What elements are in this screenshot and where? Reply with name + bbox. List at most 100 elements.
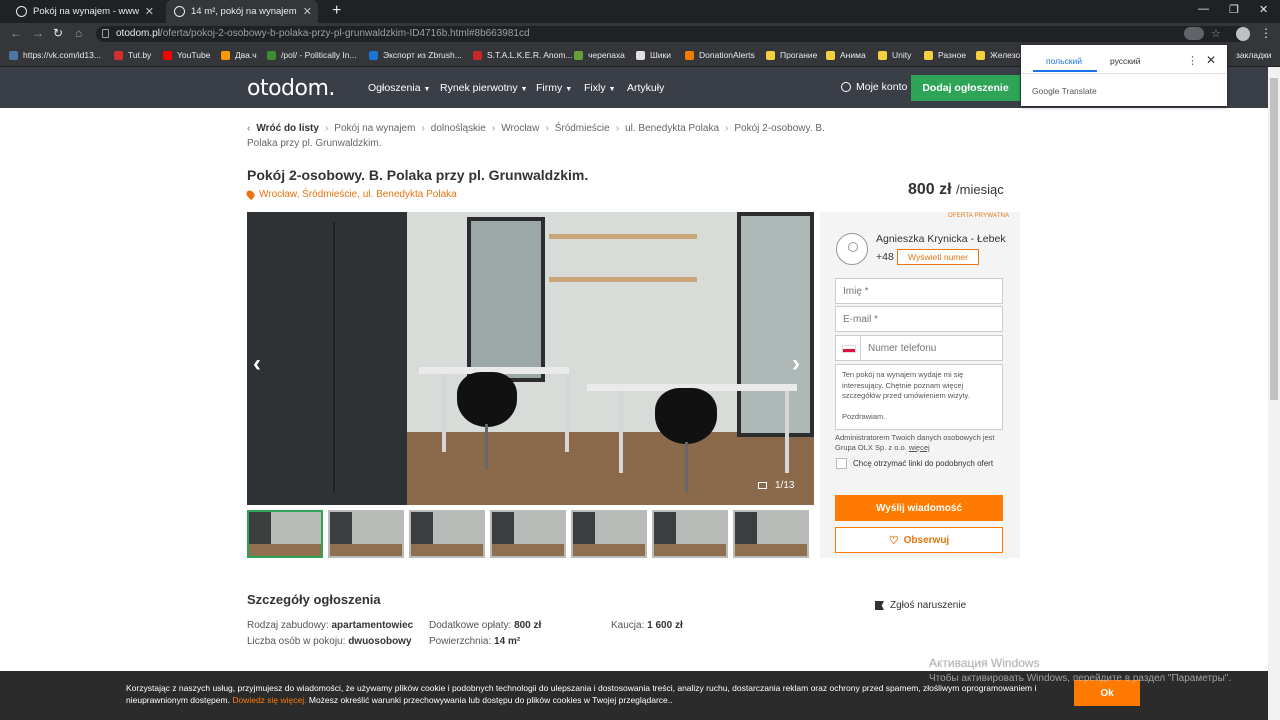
photo-wardrobe (247, 212, 407, 505)
nav-item-rynek-pierwotny[interactable]: Rynek pierwotny ▼ (440, 82, 528, 94)
bookmark-favicon-icon (685, 50, 694, 60)
name-field[interactable] (835, 278, 1003, 304)
watch-button[interactable]: ♡ Obserwuj (835, 527, 1003, 553)
otodom-logo[interactable]: otodom. (247, 76, 335, 101)
photo-thumbnail[interactable] (571, 510, 647, 558)
listing-location[interactable]: Wrocław, Śródmieście, ul. Benedykta Pola… (244, 188, 457, 201)
bookmark-item[interactable]: /pol/ - Politically In... (267, 50, 357, 60)
photo-thumbnail[interactable] (247, 510, 323, 558)
bookmark-item[interactable]: Шики (636, 50, 671, 60)
browser-menu-icon[interactable]: ⋮ (1260, 26, 1272, 40)
scrollbar-thumb[interactable] (1270, 78, 1278, 400)
browser-tab-strip: Pokój na wynajem - www.otodom... ✕ 14 m²… (0, 0, 1280, 23)
detail-value: dwuosobowy (348, 636, 412, 647)
bookmark-item[interactable]: Tut.by (114, 50, 151, 60)
detail-value: apartamentowiec (331, 620, 414, 631)
bookmark-item[interactable]: Прогание (766, 50, 817, 60)
translate-options-icon[interactable]: ⋮ (1187, 54, 1198, 67)
phone-field[interactable] (860, 335, 1003, 361)
bookmark-item[interactable]: Анима (826, 50, 866, 60)
photo-thumbnail[interactable] (733, 510, 809, 558)
nav-item-firmy[interactable]: Firmy ▼ (536, 82, 572, 94)
bookmark-favicon-icon (636, 50, 645, 60)
photo-chair-stem (685, 442, 688, 492)
bookmark-label: Tut.by (128, 50, 152, 60)
email-field[interactable] (835, 306, 1003, 332)
bookmark-item[interactable]: https://vk.com/id13... (9, 50, 101, 60)
bookmark-item[interactable]: YouTube (163, 50, 210, 60)
account-link[interactable]: Moje konto (841, 81, 907, 93)
breadcrumb-item[interactable]: ul. Benedykta Polaka (625, 123, 719, 134)
send-message-button[interactable]: Wyślij wiadomość (835, 495, 1003, 521)
extension-toggle-icon[interactable] (1184, 27, 1204, 40)
message-textarea[interactable]: Ten pokój na wynajem wydaje mi się inter… (835, 364, 1003, 430)
bookmark-item[interactable]: Разное (924, 50, 966, 60)
watch-label: Obserwuj (903, 534, 950, 546)
browser-tab-active[interactable]: 14 m², pokój na wynajem - Wroc... ✕ (166, 0, 318, 23)
bookmark-label: YouTube (177, 50, 211, 60)
bookmark-star-icon[interactable]: ☆ (1211, 27, 1221, 40)
bookmark-item[interactable]: черепаха (574, 50, 625, 60)
checkbox-icon[interactable] (836, 458, 847, 469)
photo-thumbnail[interactable] (652, 510, 728, 558)
show-number-button[interactable]: Wyświetl numer (897, 249, 979, 265)
detail-value: 14 m² (494, 636, 521, 647)
back-arrow-icon[interactable]: ← (10, 26, 22, 40)
add-listing-button[interactable]: Dodaj ogłoszenie (911, 75, 1020, 101)
previous-photo-icon[interactable]: ‹ (253, 350, 261, 378)
url-host: otodom.pl (116, 28, 160, 39)
report-violation-link[interactable]: Zgłoś naruszenie (875, 600, 966, 611)
photo-floor (407, 432, 814, 505)
bookmark-item[interactable]: Два.ч (221, 50, 257, 60)
translate-target-tab[interactable]: русский (1110, 56, 1141, 66)
nav-item-artykuly[interactable]: Artykuły (627, 82, 664, 94)
tab-title: 14 m², pokój na wynajem - Wroc... (191, 6, 297, 17)
forward-arrow-icon[interactable]: → (32, 26, 44, 40)
browser-tab[interactable]: Pokój na wynajem - www.otodom... ✕ (8, 0, 160, 23)
translate-source-tab[interactable]: польский (1046, 56, 1082, 66)
bookmark-item[interactable]: Железо (976, 50, 1020, 60)
translate-close-icon[interactable]: ✕ (1206, 53, 1216, 67)
maximize-icon[interactable]: ❐ (1229, 3, 1239, 16)
bookmark-favicon-icon (9, 50, 18, 60)
bookmark-label: /pol/ - Politically In... (281, 50, 357, 60)
lock-icon (102, 29, 109, 38)
window-close-icon[interactable]: ✕ (1259, 3, 1268, 16)
back-to-list-link[interactable]: Wróć do listy (256, 123, 319, 134)
more-link[interactable]: więcej (909, 443, 930, 452)
bookmark-label: Unity (892, 50, 912, 60)
photo-thumbnail[interactable] (328, 510, 404, 558)
bookmark-label: S.T.A.L.K.E.R. Anom... (487, 50, 573, 60)
chevron-down-icon: ▼ (608, 86, 616, 93)
close-tab-icon[interactable]: ✕ (145, 5, 154, 18)
nav-item-fixly[interactable]: Fixly ▼ (584, 82, 616, 94)
minimize-icon[interactable]: — (1198, 3, 1209, 15)
close-tab-icon[interactable]: ✕ (303, 5, 312, 18)
bookmark-item[interactable]: Экспорт из Zbrush... (369, 50, 462, 60)
bookmark-item[interactable]: Unity (878, 50, 911, 60)
private-offer-badge: OFERTA PRYWATNA (948, 213, 1010, 219)
similar-offers-checkbox[interactable]: Chcę otrzymać linki do podobnych ofert (836, 458, 993, 469)
other-bookmarks[interactable]: закладки (1236, 50, 1272, 60)
photo-thumbnail[interactable] (409, 510, 485, 558)
bookmark-item[interactable]: S.T.A.L.K.E.R. Anom... (473, 50, 573, 60)
breadcrumb-item[interactable]: dolnośląskie (431, 123, 486, 134)
bookmark-favicon-icon (826, 50, 835, 60)
new-tab-button[interactable]: + (332, 2, 341, 20)
country-code-select[interactable] (835, 335, 861, 361)
home-icon[interactable]: ⌂ (75, 26, 82, 40)
thumbnail-strip (247, 508, 814, 558)
learn-more-link[interactable]: Dowiedz się więcej. (232, 695, 306, 705)
address-bar[interactable]: otodom.pl/oferta/pokoj-2-osobowy-b-polak… (96, 26, 1246, 42)
bookmark-item[interactable]: DonationAlerts (685, 50, 755, 60)
breadcrumb-item[interactable]: Śródmieście (555, 123, 610, 134)
profile-avatar[interactable] (1236, 27, 1250, 41)
report-label: Zgłoś naruszenie (890, 600, 967, 611)
photo-thumbnail[interactable] (490, 510, 566, 558)
photo-gallery[interactable]: ‹ › (247, 212, 814, 505)
reload-icon[interactable]: ↻ (53, 26, 63, 40)
breadcrumb-item[interactable]: Pokój na wynajem (334, 123, 415, 134)
next-photo-icon[interactable]: › (792, 350, 800, 378)
nav-item-ogloszenia[interactable]: Ogłoszenia ▼ (368, 82, 430, 94)
breadcrumb-item[interactable]: Wrocław (501, 123, 539, 134)
